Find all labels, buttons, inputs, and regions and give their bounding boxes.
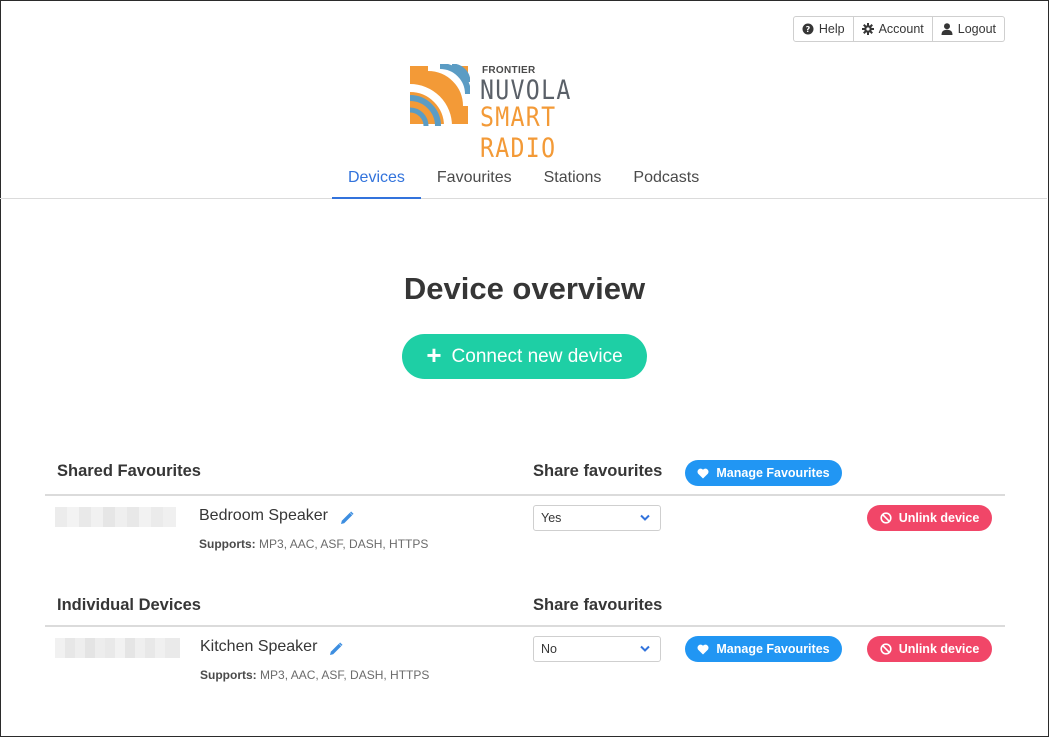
main-tabs: Devices Favourites Stations Podcasts	[0, 160, 1047, 199]
heart-icon	[697, 644, 709, 654]
user-icon	[941, 23, 953, 35]
page-title: Device overview	[403, 271, 646, 306]
device-name-kitchen: Kitchen Speaker	[200, 638, 318, 655]
logout-label: Logout	[957, 22, 996, 36]
shared-favourites-heading: Shared Favourites	[57, 462, 201, 480]
select-value: No	[541, 642, 557, 656]
individual-devices-heading: Individual Devices	[57, 596, 201, 614]
shared-divider	[45, 494, 1005, 496]
supports-value: MP3, AAC, ASF, DASH, HTTPS	[260, 668, 430, 682]
kitchen-unlink-device-button[interactable]: Unlink device	[867, 636, 992, 662]
kitchen-share-select[interactable]: No	[533, 636, 661, 662]
bedroom-supports: Supports: MP3, AAC, ASF, DASH, HTTPS	[199, 537, 428, 551]
pencil-icon[interactable]	[329, 642, 343, 656]
device-image-blurred	[55, 507, 176, 527]
supports-value: MP3, AAC, ASF, DASH, HTTPS	[259, 537, 429, 551]
supports-label: Supports:	[199, 537, 256, 551]
chevron-down-icon	[640, 514, 650, 521]
help-label: Help	[818, 22, 845, 36]
shared-share-favourites-header: Share favourites	[533, 462, 663, 480]
bedroom-unlink-device-button[interactable]: Unlink device	[867, 505, 992, 531]
supports-label: Supports:	[200, 668, 257, 682]
account-toolbar: ? Help Account Logout	[792, 16, 1005, 42]
gear-icon	[861, 23, 874, 35]
tab-podcasts[interactable]: Podcasts	[617, 160, 715, 198]
kitchen-manage-favourites-button[interactable]: Manage Favourites	[685, 636, 842, 662]
question-circle-icon: ?	[802, 23, 814, 35]
kitchen-supports: Supports: MP3, AAC, ASF, DASH, HTTPS	[200, 668, 429, 682]
bedroom-share-select[interactable]: Yes	[533, 505, 661, 531]
tab-devices[interactable]: Devices	[332, 160, 421, 199]
device-name-bedroom: Bedroom Speaker	[199, 507, 328, 524]
individual-share-favourites-header: Share favourites	[533, 596, 663, 614]
connect-label: Connect new device	[451, 345, 623, 367]
select-value: Yes	[541, 511, 562, 525]
chevron-down-icon	[640, 645, 650, 652]
individual-divider	[45, 625, 1005, 627]
heart-icon	[697, 468, 709, 478]
manage-label: Manage Favourites	[716, 466, 830, 480]
device-image-blurred	[55, 638, 180, 658]
plus-icon: +	[426, 340, 442, 370]
tab-favourites[interactable]: Favourites	[421, 160, 528, 198]
account-label: Account	[878, 22, 924, 36]
pencil-icon[interactable]	[340, 511, 354, 525]
svg-text:?: ?	[806, 25, 811, 34]
connect-new-device-button[interactable]: + Connect new device	[402, 334, 647, 379]
nuvola-logo[interactable]: FRONTIER NUVOLA SMART RADIO	[408, 64, 648, 164]
logout-button[interactable]: Logout	[932, 16, 1005, 42]
radio-waves-logo-icon	[409, 64, 470, 127]
unlink-label: Unlink device	[898, 642, 980, 656]
unlink-label: Unlink device	[898, 511, 980, 525]
help-button[interactable]: ? Help	[792, 16, 854, 42]
tab-stations[interactable]: Stations	[528, 160, 618, 198]
manage-label: Manage Favourites	[716, 642, 830, 656]
account-button[interactable]: Account	[853, 16, 933, 42]
logo-smart-radio-text: SMART RADIO	[480, 102, 557, 164]
shared-manage-favourites-button[interactable]: Manage Favourites	[685, 460, 842, 486]
ban-icon	[880, 512, 892, 524]
ban-icon	[880, 643, 892, 655]
